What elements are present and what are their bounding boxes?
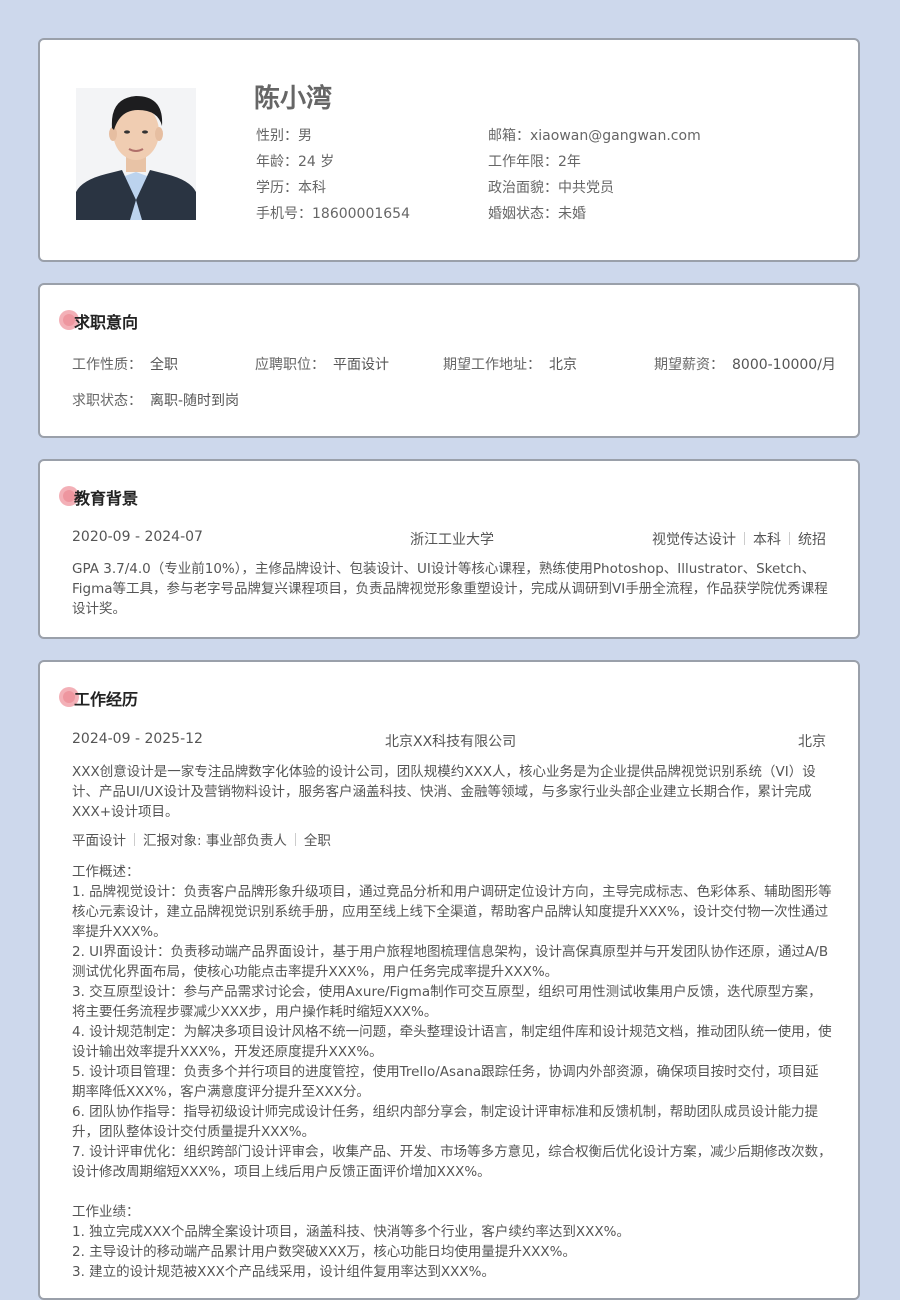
field-value: 平面设计	[333, 357, 389, 373]
intent-status: 求职状态： 离职-随时到岗	[72, 390, 239, 410]
info-email: 邮箱：xiaowan@gangwan.com	[488, 123, 701, 149]
info-value: 未婚	[558, 206, 586, 222]
work-results: 工作业绩： 1. 独立完成XXX个品牌全案设计项目，涵盖科技、快消等多个行业，客…	[72, 1202, 832, 1282]
overview-item: 6. 团队协作指导：指导初级设计师完成设计任务，组织内部分享会，制定设计评审标准…	[72, 1104, 819, 1140]
info-age: 年龄：24 岁	[256, 149, 410, 175]
work-city: 北京	[798, 734, 826, 750]
job-intent-card: 求职意向 工作性质： 全职 应聘职位： 平面设计 期望工作地址： 北京 期望薪资： 80…	[38, 283, 860, 438]
info-value: 2年	[558, 154, 581, 170]
work-period: 2024-09 - 2025-12	[72, 731, 203, 747]
profile-photo	[76, 88, 196, 220]
section-title: 求职意向	[59, 309, 139, 333]
work-company: 北京XX科技有限公司	[385, 734, 517, 750]
field-label: 期望薪资：	[654, 357, 724, 373]
edu-school: 浙江工业大学	[410, 532, 494, 548]
profile-info-left: 性别：男 年龄：24 岁 学历：本科 手机号：18600001654	[256, 123, 410, 227]
edu-period: 2020-09 - 2024-07	[72, 529, 203, 545]
tag-divider	[134, 833, 135, 846]
overview-item: 5. 设计项目管理：负责多个并行项目的进度管控，使用Trello/Asana跟踪…	[72, 1064, 819, 1100]
results-item: 2. 主导设计的移动端产品累计用户数突破XXX万，核心功能日均使用量提升XXX%…	[72, 1244, 576, 1260]
info-years: 工作年限：2年	[488, 149, 701, 175]
info-phone: 手机号：18600001654	[256, 201, 410, 227]
tag-divider	[789, 532, 790, 545]
tag-major: 视觉传达设计	[652, 532, 736, 548]
tag-report-to: 汇报对象: 事业部负责人	[143, 833, 287, 849]
work-tags: 平面设计 汇报对象: 事业部负责人 全职	[72, 829, 331, 849]
info-label: 婚姻状态：	[488, 206, 558, 222]
info-label: 邮箱：	[488, 128, 530, 144]
section-title: 教育背景	[59, 485, 139, 509]
intent-work-type: 工作性质： 全职	[72, 354, 178, 374]
info-label: 工作年限：	[488, 154, 558, 170]
field-value: 离职-随时到岗	[150, 393, 240, 409]
results-item: 3. 建立的设计规范被XXX个产品线采用，设计组件复用率达到XXX%。	[72, 1264, 495, 1280]
intent-salary: 期望薪资： 8000-10000/月	[654, 354, 836, 374]
tag-enroll: 统招	[798, 532, 826, 548]
company-description: XXX创意设计是一家专注品牌数字化体验的设计公司，团队规模约XXX人，核心业务是…	[72, 764, 816, 820]
overview-item: 2. UI界面设计：负责移动端产品界面设计，基于用户旅程地图梳理信息架构，设计高…	[72, 944, 829, 980]
field-value: 8000-10000/月	[732, 357, 836, 373]
info-label: 性别：	[256, 128, 298, 144]
tag-role: 平面设计	[72, 833, 126, 849]
tag-degree: 本科	[753, 532, 781, 548]
section-title-text: 工作经历	[74, 690, 139, 709]
education-card: 教育背景 2020-09 - 2024-07 浙江工业大学 视觉传达设计 本科 统招…	[38, 459, 860, 639]
info-value: xiaowan@gangwan.com	[530, 128, 701, 144]
field-label: 期望工作地址：	[443, 357, 541, 373]
field-value: 北京	[549, 357, 577, 373]
overview-item: 4. 设计规范制定：为解决多项目设计风格不统一问题，牵头整理设计语言，制定组件库…	[72, 1024, 832, 1060]
intent-position: 应聘职位： 平面设计	[255, 354, 389, 374]
overview-item: 3. 交互原型设计：参与产品需求讨论会，使用Axure/Figma制作可交互原型…	[72, 984, 822, 1020]
overview-item: 1. 品牌视觉设计：负责客户品牌形象升级项目，通过竞品分析和用户调研定位设计方向…	[72, 884, 832, 940]
info-label: 手机号：	[256, 206, 312, 222]
info-value: 24 岁	[298, 154, 335, 170]
field-value: 全职	[150, 357, 178, 373]
info-value: 18600001654	[312, 206, 410, 222]
work-overview: 工作概述： 1. 品牌视觉设计：负责客户品牌形象升级项目，通过竞品分析和用户调研…	[72, 862, 832, 1182]
profile-info-right: 邮箱：xiaowan@gangwan.com 工作年限：2年 政治面貌：中共党员…	[488, 123, 701, 227]
info-value: 中共党员	[558, 180, 614, 196]
field-label: 工作性质：	[72, 357, 142, 373]
info-gender: 性别：男	[256, 123, 410, 149]
candidate-name: 陈小湾	[254, 84, 333, 114]
overview-item: 7. 设计评审优化：组织跨部门设计评审会，收集产品、开发、市场等多方意见，综合权…	[72, 1144, 832, 1180]
info-degree: 学历：本科	[256, 175, 410, 201]
edu-tags: 视觉传达设计 本科 统招	[652, 529, 826, 549]
info-label: 年龄：	[256, 154, 298, 170]
tag-divider	[294, 833, 296, 846]
section-title: 工作经历	[59, 686, 139, 710]
overview-label: 工作概述：	[72, 864, 140, 880]
info-value: 本科	[298, 180, 326, 196]
results-label: 工作业绩：	[72, 1204, 140, 1220]
info-value: 男	[298, 128, 312, 144]
section-title-text: 求职意向	[74, 313, 139, 332]
info-marital: 婚姻状态：未婚	[488, 201, 701, 227]
edu-description: GPA 3.7/4.0（专业前10%），主修品牌设计、包装设计、UI设计等核心课…	[72, 561, 828, 617]
info-label: 政治面貌：	[488, 180, 558, 196]
results-item: 1. 独立完成XXX个品牌全案设计项目，涵盖科技、快消等多个行业，客户续约率达到…	[72, 1224, 630, 1240]
field-label: 求职状态：	[72, 393, 142, 409]
tag-divider	[744, 532, 745, 545]
field-label: 应聘职位：	[255, 357, 325, 373]
tag-employment: 全职	[303, 833, 331, 849]
profile-card: 陈小湾 性别：男 年龄：24 岁 学历：本科 手机号：18600001654 邮…	[38, 38, 860, 262]
work-experience-card: 工作经历 2024-09 - 2025-12 北京XX科技有限公司 北京 XXX…	[38, 660, 860, 1300]
info-political: 政治面貌：中共党员	[488, 175, 701, 201]
section-title-text: 教育背景	[74, 489, 139, 508]
intent-location: 期望工作地址： 北京	[443, 354, 577, 374]
info-label: 学历：	[256, 180, 298, 196]
